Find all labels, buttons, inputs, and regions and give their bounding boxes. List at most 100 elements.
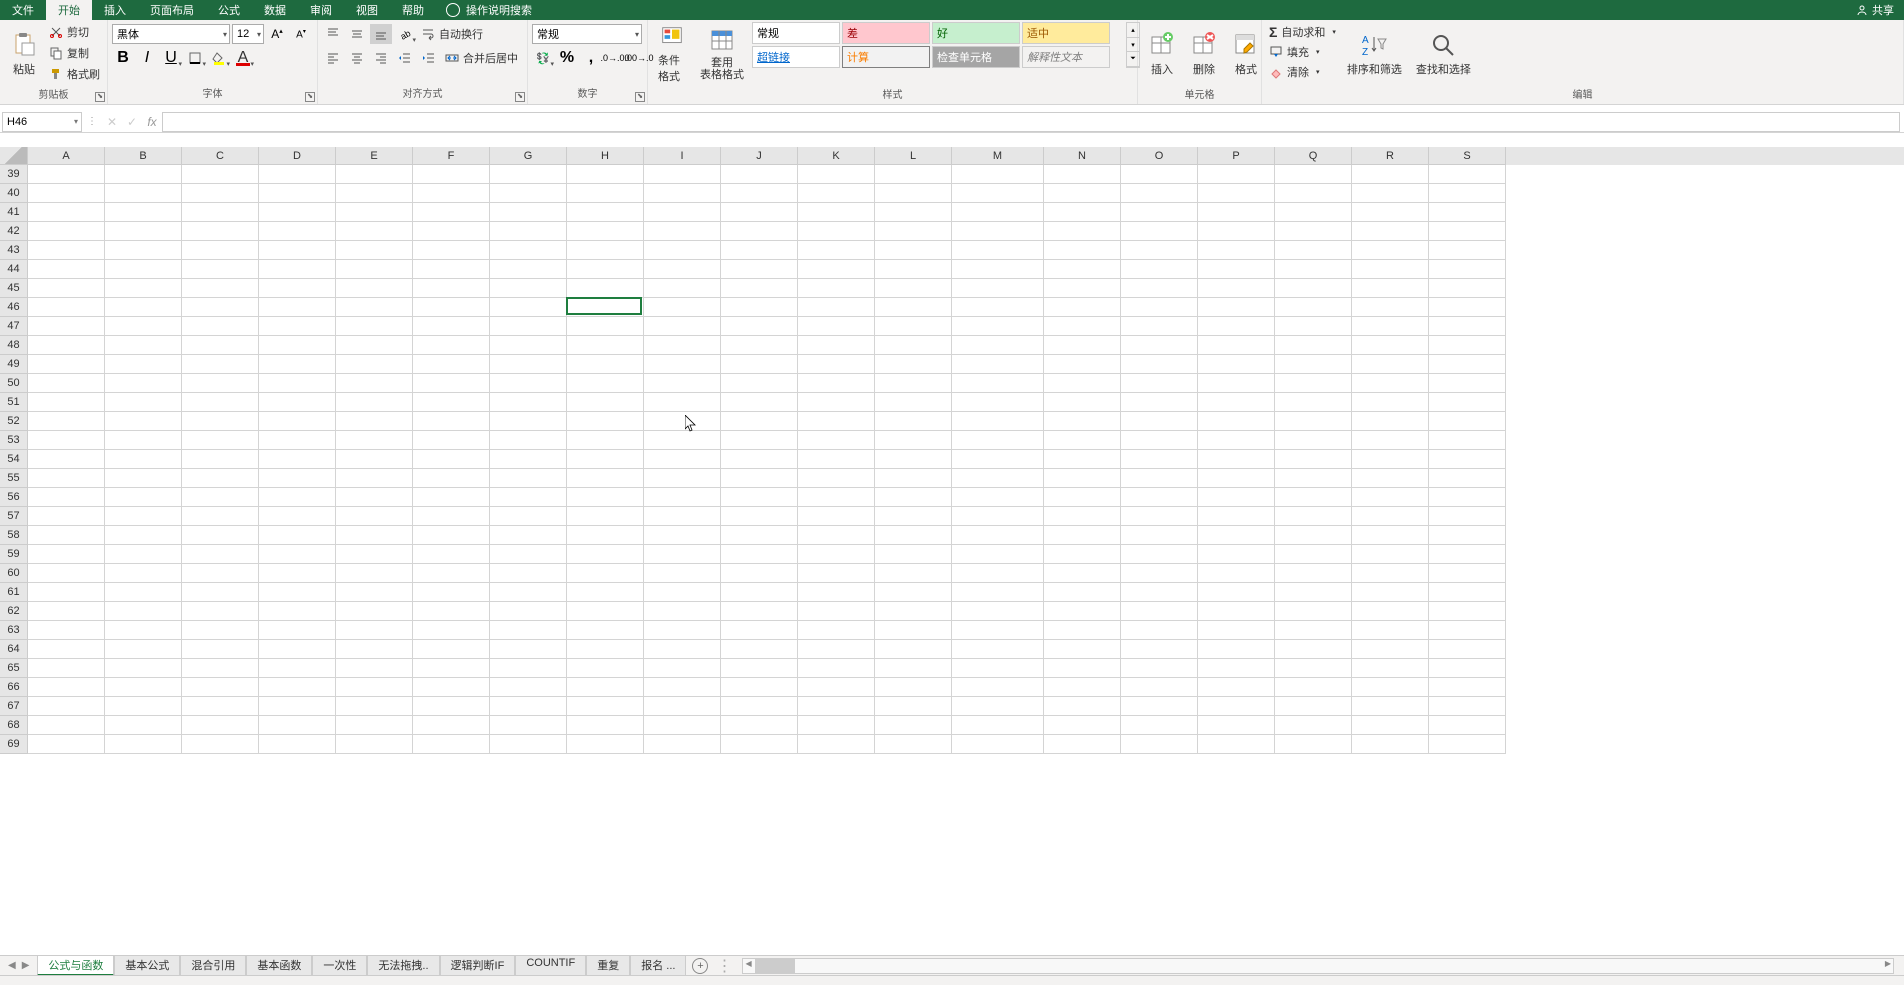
- cell-L49[interactable]: [875, 355, 952, 374]
- cell-E47[interactable]: [336, 317, 413, 336]
- cell-O65[interactable]: [1121, 659, 1198, 678]
- cell-C46[interactable]: [182, 298, 259, 317]
- cell-O54[interactable]: [1121, 450, 1198, 469]
- cell-N48[interactable]: [1044, 336, 1121, 355]
- cell-F46[interactable]: [413, 298, 490, 317]
- cell-I53[interactable]: [644, 431, 721, 450]
- cell-E68[interactable]: [336, 716, 413, 735]
- cell-J46[interactable]: [721, 298, 798, 317]
- row-header-40[interactable]: 40: [0, 184, 28, 203]
- cell-N47[interactable]: [1044, 317, 1121, 336]
- cell-K59[interactable]: [798, 545, 875, 564]
- cell-O46[interactable]: [1121, 298, 1198, 317]
- cell-D40[interactable]: [259, 184, 336, 203]
- cell-H63[interactable]: [567, 621, 644, 640]
- row-header-39[interactable]: 39: [0, 165, 28, 184]
- cell-A66[interactable]: [28, 678, 105, 697]
- cell-R55[interactable]: [1352, 469, 1429, 488]
- cell-E48[interactable]: [336, 336, 413, 355]
- cell-F66[interactable]: [413, 678, 490, 697]
- cell-H57[interactable]: [567, 507, 644, 526]
- cell-Q69[interactable]: [1275, 735, 1352, 754]
- align-middle-button[interactable]: [346, 24, 368, 44]
- cell-A53[interactable]: [28, 431, 105, 450]
- menu-review[interactable]: 审阅: [298, 0, 344, 20]
- cell-J57[interactable]: [721, 507, 798, 526]
- cell-O58[interactable]: [1121, 526, 1198, 545]
- hscroll-thumb[interactable]: [755, 959, 795, 973]
- cell-G68[interactable]: [490, 716, 567, 735]
- cell-L69[interactable]: [875, 735, 952, 754]
- cell-C63[interactable]: [182, 621, 259, 640]
- cell-S64[interactable]: [1429, 640, 1506, 659]
- cell-Q60[interactable]: [1275, 564, 1352, 583]
- cell-O64[interactable]: [1121, 640, 1198, 659]
- cell-B55[interactable]: [105, 469, 182, 488]
- cell-B61[interactable]: [105, 583, 182, 602]
- cell-R65[interactable]: [1352, 659, 1429, 678]
- cell-M67[interactable]: [952, 697, 1044, 716]
- cell-B69[interactable]: [105, 735, 182, 754]
- cell-K55[interactable]: [798, 469, 875, 488]
- cell-E67[interactable]: [336, 697, 413, 716]
- cell-C54[interactable]: [182, 450, 259, 469]
- cell-B53[interactable]: [105, 431, 182, 450]
- cell-G54[interactable]: [490, 450, 567, 469]
- cell-M57[interactable]: [952, 507, 1044, 526]
- cell-L68[interactable]: [875, 716, 952, 735]
- cell-P64[interactable]: [1198, 640, 1275, 659]
- cell-Q51[interactable]: [1275, 393, 1352, 412]
- cell-R61[interactable]: [1352, 583, 1429, 602]
- sheet-tab[interactable]: COUNTIF: [515, 955, 586, 976]
- cell-J61[interactable]: [721, 583, 798, 602]
- cell-Q46[interactable]: [1275, 298, 1352, 317]
- align-left-button[interactable]: [322, 48, 344, 68]
- cell-D66[interactable]: [259, 678, 336, 697]
- cell-S67[interactable]: [1429, 697, 1506, 716]
- cell-S42[interactable]: [1429, 222, 1506, 241]
- cell-M43[interactable]: [952, 241, 1044, 260]
- cell-Q50[interactable]: [1275, 374, 1352, 393]
- cell-G40[interactable]: [490, 184, 567, 203]
- col-header-G[interactable]: G: [490, 147, 567, 165]
- cell-Q47[interactable]: [1275, 317, 1352, 336]
- cell-C60[interactable]: [182, 564, 259, 583]
- styles-gallery[interactable]: 常规 差 好 适中 超链接 计算 检查单元格 解释性文本: [752, 22, 1124, 68]
- col-header-M[interactable]: M: [952, 147, 1044, 165]
- cell-I43[interactable]: [644, 241, 721, 260]
- cell-I67[interactable]: [644, 697, 721, 716]
- cell-N62[interactable]: [1044, 602, 1121, 621]
- cell-S39[interactable]: [1429, 165, 1506, 184]
- cell-M44[interactable]: [952, 260, 1044, 279]
- cell-K68[interactable]: [798, 716, 875, 735]
- cell-B41[interactable]: [105, 203, 182, 222]
- cell-I40[interactable]: [644, 184, 721, 203]
- cell-Q53[interactable]: [1275, 431, 1352, 450]
- cell-A58[interactable]: [28, 526, 105, 545]
- cell-D54[interactable]: [259, 450, 336, 469]
- row-header-66[interactable]: 66: [0, 678, 28, 697]
- row-header-41[interactable]: 41: [0, 203, 28, 222]
- cell-N58[interactable]: [1044, 526, 1121, 545]
- cell-R52[interactable]: [1352, 412, 1429, 431]
- cell-R60[interactable]: [1352, 564, 1429, 583]
- cell-B46[interactable]: [105, 298, 182, 317]
- cell-Q67[interactable]: [1275, 697, 1352, 716]
- cell-A57[interactable]: [28, 507, 105, 526]
- cell-H49[interactable]: [567, 355, 644, 374]
- font-color-button[interactable]: A: [232, 48, 254, 68]
- cell-O61[interactable]: [1121, 583, 1198, 602]
- cell-B64[interactable]: [105, 640, 182, 659]
- cell-K41[interactable]: [798, 203, 875, 222]
- cell-D63[interactable]: [259, 621, 336, 640]
- cell-G69[interactable]: [490, 735, 567, 754]
- cell-A42[interactable]: [28, 222, 105, 241]
- cell-I64[interactable]: [644, 640, 721, 659]
- sheet-tab[interactable]: 重复: [586, 955, 630, 976]
- cell-F64[interactable]: [413, 640, 490, 659]
- font-name-combo[interactable]: 黑体▾: [112, 24, 230, 44]
- cell-B42[interactable]: [105, 222, 182, 241]
- cell-M48[interactable]: [952, 336, 1044, 355]
- cell-M41[interactable]: [952, 203, 1044, 222]
- cell-S62[interactable]: [1429, 602, 1506, 621]
